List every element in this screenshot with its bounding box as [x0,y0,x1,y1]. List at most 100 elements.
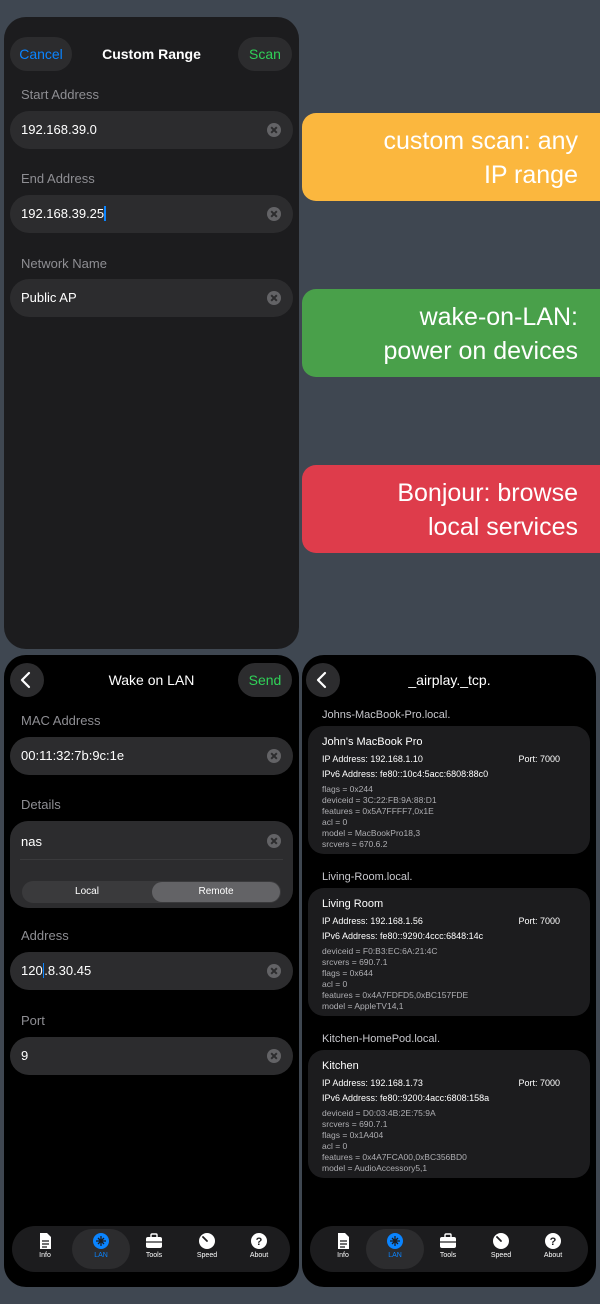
details-value[interactable]: nas [21,834,42,849]
text-caret [104,206,107,221]
clear-icon[interactable] [267,207,281,221]
txt-record: flags = 0x644 [322,968,373,978]
wake-on-lan-panel: Wake on LAN Send MAC Address 00:11:32:7b… [4,655,299,1287]
service-host: Living-Room.local. [322,871,413,883]
service-name: Living Room [322,898,384,910]
service-card[interactable]: John's MacBook Pro IP Address: 192.168.1… [308,726,590,854]
network-name-value: Public AP [21,290,77,305]
clear-icon[interactable] [267,291,281,305]
tab-label: Speed [196,1252,218,1259]
mac-address-label: MAC Address [21,713,101,728]
banner-line: Bonjour: browse [397,479,578,507]
page-title: _airplay._tcp. [408,672,491,688]
tab-bar: Info LAN Tools Speed ? About [12,1226,290,1272]
clear-icon[interactable] [267,834,281,848]
network-name-field[interactable]: Public AP [10,279,293,317]
page-title: Wake on LAN [108,672,195,688]
tab-speed[interactable]: Speed [178,1229,236,1269]
toolbox-icon [440,1233,456,1248]
txt-record: flags = 0x244 [322,784,373,794]
send-button[interactable]: Send [238,663,292,697]
svg-text:?: ? [550,1236,557,1248]
txt-record: model = MacBookPro18,3 [322,828,421,838]
start-address-field[interactable]: 192.168.39.0 [10,111,293,149]
banner-line: local services [427,513,578,541]
network-icon [93,1233,109,1249]
tab-info[interactable]: Info [16,1229,74,1269]
address-value: .8.30.45 [44,963,92,978]
clear-icon[interactable] [267,749,281,763]
txt-record: flags = 0x1A404 [322,1130,384,1140]
port-field[interactable]: 9 [10,1037,293,1075]
address-label: Address [21,928,69,943]
tab-lan[interactable]: LAN [366,1229,424,1269]
service-card[interactable]: Living Room IP Address: 192.168.1.56 Port… [308,888,590,1016]
toolbox-icon [146,1233,162,1248]
service-card[interactable]: Kitchen IP Address: 192.168.1.73 Port: 70… [308,1050,590,1178]
tab-lan[interactable]: LAN [72,1229,130,1269]
banner-custom-scan: custom scan: any IP range [302,113,600,201]
tab-about[interactable]: ? About [230,1229,288,1269]
question-icon: ? [545,1233,561,1249]
txt-record: acl = 0 [322,817,348,827]
back-button[interactable] [306,663,340,697]
port: Port: 7000 [518,754,560,764]
banner-line: IP range [483,161,578,189]
tab-bar: Info LAN Tools Speed ? About [310,1226,588,1272]
txt-record: srcvers = 690.7.1 [322,957,388,967]
tab-label: About [543,1252,563,1259]
txt-record: model = AppleTV14,1 [322,1001,404,1011]
port-value: 9 [21,1048,29,1063]
txt-record: features = 0x4A7FCA00,0xBC356BD0 [322,1152,467,1162]
mac-address-field[interactable]: 00:11:32:7b:9c:1e [10,737,293,775]
txt-record: srcvers = 690.7.1 [322,1119,388,1129]
network-icon [387,1233,403,1249]
details-label: Details [21,797,61,812]
chevron-left-icon [316,671,327,689]
clear-icon[interactable] [267,1049,281,1063]
gauge-icon [199,1233,215,1249]
txt-record: model = AudioAccessory5,1 [322,1163,428,1173]
port-label: Port [21,1013,45,1028]
ipv6-address: IPv6 Address: fe80::9200:4acc:6808:158a [322,1093,490,1103]
tab-tools[interactable]: Tools [125,1229,183,1269]
clear-icon[interactable] [267,964,281,978]
clear-icon[interactable] [267,123,281,137]
txt-record: srcvers = 670.6.2 [322,839,388,849]
txt-record: deviceid = 3C:22:FB:9A:88:D1 [322,795,437,805]
port: Port: 7000 [518,916,560,926]
txt-record: features = 0x5A7FFFF7,0x1E [322,806,434,816]
tab-tools[interactable]: Tools [419,1229,477,1269]
details-group: nas Local Remote [10,821,293,908]
start-address-label: Start Address [21,87,100,102]
end-address-value: 192.168.39.25 [21,206,105,221]
address-field[interactable]: 120.8.30.45 [10,952,293,990]
tab-label: LAN [94,1252,108,1259]
document-icon [40,1233,51,1249]
tab-label: Tools [439,1252,457,1259]
location-segmented-control[interactable]: Local Remote [22,881,281,903]
tab-about[interactable]: ? About [524,1229,582,1269]
service-host: Johns-MacBook-Pro.local. [322,709,451,721]
banner-line: wake-on-LAN: [419,303,578,331]
scan-button[interactable]: Scan [238,37,292,71]
tab-label: LAN [388,1252,402,1259]
end-address-field[interactable]: 192.168.39.25 [10,195,293,233]
cancel-button[interactable]: Cancel [10,37,72,71]
gauge-icon [493,1233,509,1249]
svg-text:?: ? [256,1236,263,1248]
banner-wake-on-lan: wake-on-LAN: power on devices [302,289,600,377]
txt-record: acl = 0 [322,979,348,989]
chevron-left-icon [20,671,31,689]
port: Port: 7000 [518,1078,560,1088]
bonjour-panel: _airplay._tcp. Johns-MacBook-Pro.local. … [302,655,596,1287]
document-icon [338,1233,349,1249]
banner-line: custom scan: any [383,127,578,155]
tab-label: About [249,1252,269,1259]
segment-remote[interactable]: Remote [152,882,280,902]
banner-line: power on devices [383,337,578,365]
tab-speed[interactable]: Speed [472,1229,530,1269]
back-button[interactable] [10,663,44,697]
tab-info[interactable]: Info [314,1229,372,1269]
segment-local[interactable]: Local [23,882,151,902]
